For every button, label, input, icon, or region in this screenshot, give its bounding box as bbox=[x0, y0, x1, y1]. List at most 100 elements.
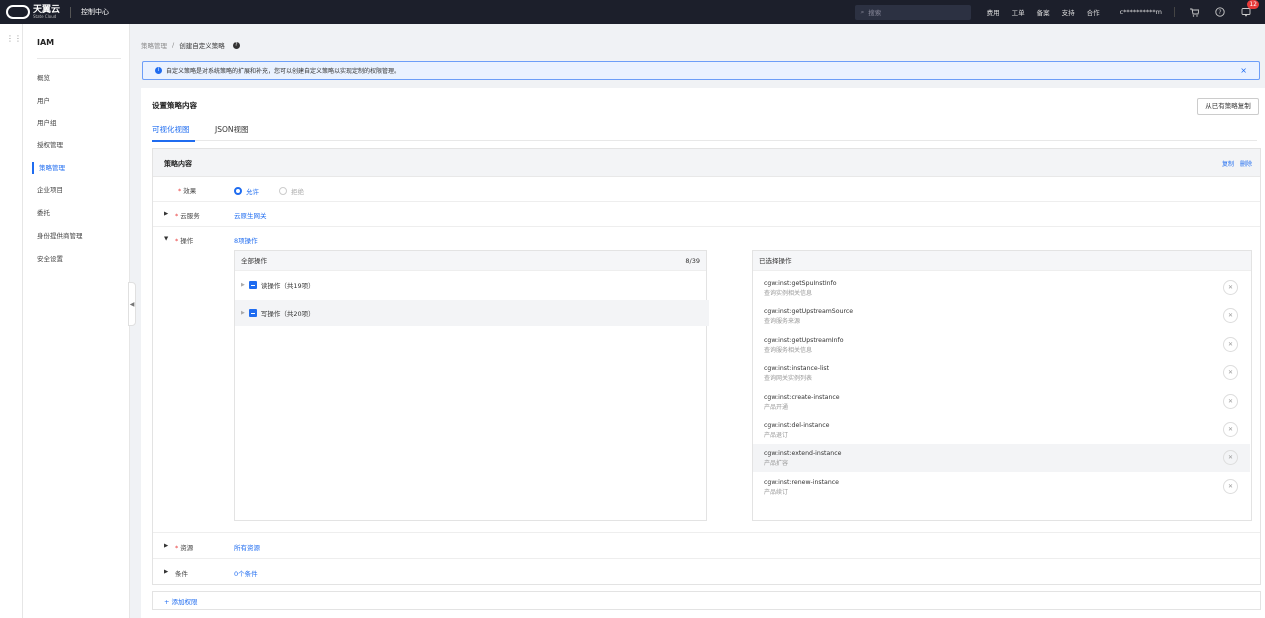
divider bbox=[37, 58, 121, 59]
policy-content-panel: 策略内容 复制 删除 * 效果 允许 拒绝 ▶ * 云服务 云原生网关 ▼ * … bbox=[152, 148, 1261, 585]
operation-name: cgw:inst:extend-instance bbox=[764, 450, 842, 457]
list-item: cgw:inst:getUpstreamInfo 查询服务相关信息 ✕ bbox=[753, 331, 1250, 359]
search-placeholder: 搜索 bbox=[868, 9, 882, 17]
close-icon[interactable]: × bbox=[1240, 66, 1247, 75]
radio-selected-icon bbox=[234, 187, 242, 195]
delete-policy-link[interactable]: 删除 bbox=[1240, 159, 1252, 168]
service-row[interactable]: ▶ * 云服务 云原生网关 bbox=[153, 202, 1260, 227]
expand-right-icon[interactable]: ▶ bbox=[241, 282, 245, 288]
search-icon: ⌕ bbox=[860, 7, 865, 16]
sidebar-item-user-groups[interactable]: 用户组 bbox=[37, 117, 127, 129]
remove-icon[interactable]: ✕ bbox=[1223, 337, 1238, 352]
condition-label: 条件 bbox=[175, 570, 188, 578]
sidebar: IAM 概览 用户 用户组 授权管理 策略管理 企业项目 委托 身份提供商管理 … bbox=[23, 24, 130, 618]
expand-down-icon[interactable]: ▼ bbox=[164, 236, 168, 242]
list-item: cgw:inst:create-instance 产品开通 ✕ bbox=[753, 388, 1250, 416]
console-link[interactable]: 控制中心 bbox=[81, 7, 109, 17]
radio-allow[interactable]: 允许 bbox=[234, 186, 259, 196]
service-value[interactable]: 云原生网关 bbox=[234, 210, 267, 220]
divider bbox=[70, 6, 72, 18]
all-operations-header: 全部操作 8/39 bbox=[235, 251, 706, 271]
cloud-logo-icon bbox=[6, 5, 30, 19]
operation-desc: 产品开通 bbox=[764, 404, 789, 411]
active-tab-indicator bbox=[152, 140, 195, 142]
expand-right-icon[interactable]: ▶ bbox=[164, 569, 168, 575]
tree-row-read[interactable]: ▶ 读操作（共19项） bbox=[235, 272, 709, 298]
remove-icon[interactable]: ✕ bbox=[1223, 394, 1238, 409]
expand-right-icon[interactable]: ▶ bbox=[241, 310, 245, 316]
expand-right-icon[interactable]: ▶ bbox=[164, 211, 168, 217]
tree-row-write[interactable]: ▶ 写操作（共20项） bbox=[235, 300, 709, 326]
breadcrumb-current: 创建自定义策略 bbox=[179, 42, 225, 50]
resource-row[interactable]: ▶ * 资源 所有资源 bbox=[153, 533, 1260, 559]
radio-deny[interactable]: 拒绝 bbox=[279, 186, 304, 196]
add-permission-button[interactable]: + 添加权限 bbox=[152, 591, 1261, 610]
list-item: cgw:inst:del-instance 产品退订 ✕ bbox=[753, 416, 1250, 444]
info-icon: i bbox=[155, 67, 162, 74]
list-item: cgw:inst:getUpstreamSource 查询服务来源 ✕ bbox=[753, 302, 1250, 330]
policy-card: 设置策略内容 从已有策略复制 可视化视图 JSON视图 策略内容 复制 删除 *… bbox=[141, 88, 1265, 618]
operation-desc: 产品退订 bbox=[764, 432, 789, 439]
operation-name: cgw:inst:getUpstreamInfo bbox=[764, 337, 844, 344]
divider bbox=[1174, 7, 1175, 17]
sidebar-collapse-button[interactable]: ◀ bbox=[128, 282, 136, 326]
policy-header: 策略内容 复制 删除 bbox=[153, 149, 1260, 177]
user-account[interactable]: c**********m bbox=[1120, 8, 1162, 16]
nav-partner[interactable]: 合作 bbox=[1087, 7, 1100, 17]
help-icon[interactable]: ? bbox=[232, 41, 240, 49]
remove-icon[interactable]: ✕ bbox=[1223, 422, 1238, 437]
copy-from-existing-button[interactable]: 从已有策略复制 bbox=[1197, 98, 1259, 115]
sidebar-item-security[interactable]: 安全设置 bbox=[37, 253, 127, 265]
radio-allow-label: 允许 bbox=[246, 188, 259, 196]
help-icon[interactable]: ? bbox=[1213, 5, 1227, 19]
tab-visual[interactable]: 可视化视图 bbox=[152, 124, 190, 135]
effect-label: * 效果 bbox=[178, 187, 197, 195]
radio-unselected-icon bbox=[279, 187, 287, 195]
sidebar-item-users[interactable]: 用户 bbox=[37, 95, 127, 107]
sidebar-item-overview[interactable]: 概览 bbox=[37, 72, 127, 84]
breadcrumb-separator: / bbox=[172, 41, 175, 49]
nav-ticket[interactable]: 工单 bbox=[1012, 7, 1025, 17]
notification-icon[interactable]: 12 bbox=[1239, 0, 1259, 19]
logo[interactable]: 天翼云 State Cloud bbox=[6, 5, 60, 19]
resource-value[interactable]: 所有资源 bbox=[234, 542, 260, 552]
expand-right-icon[interactable]: ▶ bbox=[164, 543, 168, 549]
sidebar-item-authorization[interactable]: 授权管理 bbox=[37, 139, 127, 151]
operation-name: cgw:inst:create-instance bbox=[764, 394, 840, 401]
checkbox-indeterminate[interactable] bbox=[248, 281, 257, 289]
condition-row[interactable]: ▶ 条件 0个条件 bbox=[153, 559, 1260, 585]
condition-value[interactable]: 0个条件 bbox=[234, 568, 258, 578]
remove-icon[interactable]: ✕ bbox=[1223, 308, 1238, 323]
cart-icon[interactable] bbox=[1187, 5, 1201, 19]
list-item: cgw:inst:renew-instance 产品续订 ✕ bbox=[753, 473, 1250, 501]
operation-name: cgw:inst:instance-list bbox=[764, 365, 830, 372]
all-operations-title: 全部操作 bbox=[241, 257, 267, 265]
sidebar-item-enterprise-projects[interactable]: 企业项目 bbox=[37, 184, 127, 196]
tab-json[interactable]: JSON视图 bbox=[215, 124, 249, 135]
search-input[interactable]: ⌕ 搜索 bbox=[854, 4, 971, 20]
remove-icon[interactable]: ✕ bbox=[1223, 479, 1238, 494]
nav-support[interactable]: 支持 bbox=[1062, 7, 1075, 17]
operation-value[interactable]: 8项操作 bbox=[234, 235, 258, 245]
chevron-left-icon: ◀ bbox=[129, 300, 135, 308]
operation-label: * 操作 bbox=[175, 237, 194, 245]
remove-icon[interactable]: ✕ bbox=[1223, 280, 1238, 295]
sidebar-item-delegation[interactable]: 委托 bbox=[37, 207, 127, 219]
card-title: 设置策略内容 bbox=[152, 101, 197, 110]
sidebar-item-identity-providers[interactable]: 身份提供商管理 bbox=[37, 230, 127, 242]
copy-policy-link[interactable]: 复制 bbox=[1222, 159, 1234, 168]
radio-deny-label: 拒绝 bbox=[291, 188, 304, 196]
operation-desc: 查询服务相关信息 bbox=[764, 347, 813, 354]
breadcrumb-parent[interactable]: 策略管理 bbox=[141, 40, 167, 50]
nav-filing[interactable]: 备案 bbox=[1037, 7, 1050, 17]
remove-icon[interactable]: ✕ bbox=[1223, 450, 1238, 465]
checkbox-indeterminate[interactable] bbox=[248, 309, 257, 317]
sidebar-item-policies[interactable]: 策略管理 bbox=[32, 162, 122, 174]
info-text: 自定义策略是对系统策略的扩展和补充，您可以创建自定义策略以实现定制的权限管理。 bbox=[166, 68, 401, 75]
nav-billing[interactable]: 费用 bbox=[987, 7, 1000, 17]
resource-label: * 资源 bbox=[175, 544, 194, 552]
operation-desc: 查询服务来源 bbox=[764, 318, 801, 325]
list-item: cgw:inst:extend-instance 产品扩容 ✕ bbox=[753, 444, 1250, 472]
sidebar-title: IAM bbox=[37, 38, 55, 47]
remove-icon[interactable]: ✕ bbox=[1223, 365, 1238, 380]
